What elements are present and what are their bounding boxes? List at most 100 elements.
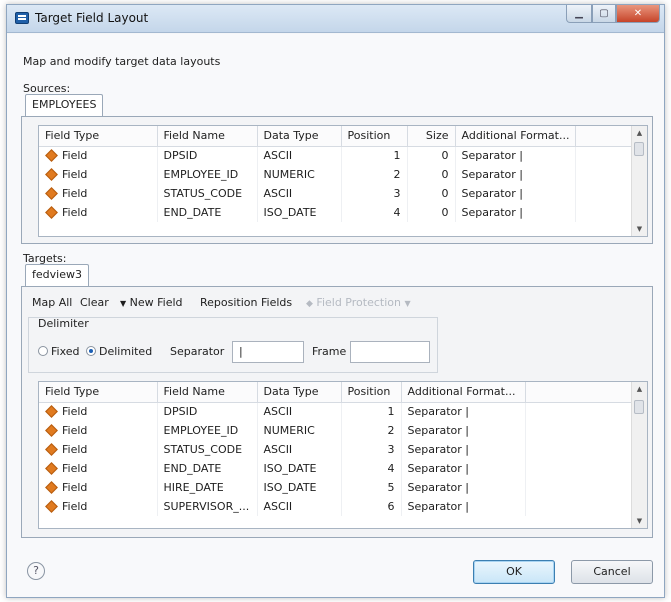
scroll-down-icon[interactable]: ▼ — [632, 514, 647, 528]
help-button[interactable]: ? — [27, 562, 45, 580]
targets-table[interactable]: Field Type Field Name Data Type Position… — [38, 381, 648, 529]
table-row[interactable]: Field SUPERVISOR_... ASCII 6 Separator | — [39, 497, 636, 516]
additional-format-cell: Separator | — [455, 165, 577, 184]
scroll-down-icon[interactable]: ▼ — [632, 222, 647, 236]
table-row[interactable]: Field EMPLOYEE_ID NUMERIC 2 Separator | — [39, 421, 636, 440]
table-row[interactable]: Field HIRE_DATE ISO_DATE 5 Separator | — [39, 478, 636, 497]
targets-panel: Map All Clear ▼ New Field Reposition Fie… — [21, 286, 653, 538]
scroll-thumb[interactable] — [634, 400, 644, 414]
col-field-name[interactable]: Field Name — [157, 126, 258, 147]
shield-icon: ◆ — [306, 299, 313, 309]
fixed-radio[interactable]: Fixed — [38, 345, 80, 358]
table-row[interactable]: Field DPSID ASCII 1 0 Separator | — [39, 146, 633, 165]
field-name-cell: DPSID — [157, 402, 258, 421]
field-name-cell: EMPLOYEE_ID — [157, 421, 258, 440]
field-type-cell: Field — [39, 421, 158, 440]
clear-button[interactable]: Clear — [80, 296, 109, 309]
field-type-cell: Field — [39, 402, 158, 421]
scroll-up-icon[interactable]: ▲ — [632, 382, 647, 396]
separator-input[interactable]: | — [232, 341, 304, 363]
map-all-button[interactable]: Map All — [32, 296, 72, 309]
field-name-cell: STATUS_CODE — [157, 184, 258, 203]
table-row[interactable]: Field END_DATE ISO_DATE 4 0 Separator | — [39, 203, 633, 222]
col-field-type[interactable]: Field Type — [39, 126, 158, 147]
window-title: Target Field Layout — [35, 11, 149, 25]
sources-panel: Field Type Field Name Data Type Position… — [21, 116, 653, 244]
window-controls: ▁ ▢ ✕ — [566, 5, 660, 25]
table-row[interactable]: Field STATUS_CODE ASCII 3 Separator | — [39, 440, 636, 459]
position-cell: 2 — [341, 165, 408, 184]
additional-format-cell: Separator | — [401, 478, 526, 497]
field-icon — [45, 187, 58, 200]
data-type-cell: ISO_DATE — [257, 478, 342, 497]
data-type-cell: ASCII — [257, 146, 342, 165]
position-cell: 5 — [341, 478, 402, 497]
position-cell: 3 — [341, 440, 402, 459]
tab-fedview3[interactable]: fedview3 — [25, 264, 89, 286]
position-cell: 4 — [341, 459, 402, 478]
close-button[interactable]: ✕ — [616, 5, 660, 23]
position-cell: 1 — [341, 146, 408, 165]
field-type-cell: Field — [39, 165, 158, 184]
field-icon — [45, 424, 58, 437]
col-position[interactable]: Position — [341, 382, 402, 403]
table-row[interactable]: Field END_DATE ISO_DATE 4 Separator | — [39, 459, 636, 478]
additional-format-cell: Separator | — [401, 440, 526, 459]
col-data-type[interactable]: Data Type — [257, 126, 342, 147]
col-data-type[interactable]: Data Type — [257, 382, 342, 403]
position-cell: 4 — [341, 203, 408, 222]
field-protection-button[interactable]: ◆ Field Protection ▼ — [306, 296, 411, 309]
scroll-thumb[interactable] — [634, 142, 644, 156]
col-additional-format[interactable]: Additional Format... — [401, 382, 526, 403]
sources-scrollbar[interactable]: ▲ ▼ — [631, 126, 647, 236]
field-name-cell: END_DATE — [157, 459, 258, 478]
target-field-layout-dialog: Target Field Layout ▁ ▢ ✕ Map and modify… — [6, 4, 665, 598]
size-cell: 0 — [407, 165, 456, 184]
table-row[interactable]: Field STATUS_CODE ASCII 3 0 Separator | — [39, 184, 633, 203]
tab-employees[interactable]: EMPLOYEES — [25, 94, 104, 116]
reposition-fields-button[interactable]: Reposition Fields — [200, 296, 292, 309]
additional-format-cell: Separator | — [401, 497, 526, 516]
dropdown-arrow-icon: ▼ — [120, 299, 127, 308]
field-name-cell: END_DATE — [157, 203, 258, 222]
cancel-button[interactable]: Cancel — [571, 560, 653, 584]
additional-format-cell: Separator | — [401, 459, 526, 478]
col-field-name[interactable]: Field Name — [157, 382, 258, 403]
delimited-radio[interactable]: Delimited — [86, 345, 152, 358]
radio-icon — [38, 346, 48, 356]
table-row[interactable]: Field EMPLOYEE_ID NUMERIC 2 0 Separator … — [39, 165, 633, 184]
ok-button[interactable]: OK — [473, 560, 555, 584]
app-icon — [15, 12, 29, 24]
field-name-cell: STATUS_CODE — [157, 440, 258, 459]
field-icon — [45, 443, 58, 456]
separator-label: Separator — [170, 345, 225, 358]
position-cell: 1 — [341, 402, 402, 421]
table-row[interactable]: Field DPSID ASCII 1 Separator | — [39, 402, 636, 421]
size-cell: 0 — [407, 146, 456, 165]
field-name-cell: EMPLOYEE_ID — [157, 165, 258, 184]
dialog-subtitle: Map and modify target data layouts — [23, 55, 221, 68]
data-type-cell: NUMERIC — [257, 421, 342, 440]
maximize-button[interactable]: ▢ — [592, 5, 616, 23]
additional-format-cell: Separator | — [401, 421, 526, 440]
field-name-cell: HIRE_DATE — [157, 478, 258, 497]
data-type-cell: ASCII — [257, 184, 342, 203]
col-additional-format[interactable]: Additional Format... — [455, 126, 577, 147]
col-position[interactable]: Position — [341, 126, 408, 147]
targets-scrollbar[interactable]: ▲ ▼ — [631, 382, 647, 528]
col-field-type[interactable]: Field Type — [39, 382, 158, 403]
field-icon — [45, 168, 58, 181]
field-icon — [45, 149, 58, 163]
scroll-up-icon[interactable]: ▲ — [632, 126, 647, 140]
targets-header-row: Field Type Field Name Data Type Position… — [39, 382, 636, 403]
delimiter-label: Delimiter — [38, 317, 89, 330]
new-field-button[interactable]: ▼ New Field — [120, 296, 183, 309]
field-type-cell: Field — [39, 440, 158, 459]
frame-input[interactable] — [350, 341, 430, 363]
chevron-down-icon: ▼ — [404, 299, 411, 308]
sources-table[interactable]: Field Type Field Name Data Type Position… — [38, 125, 648, 237]
field-name-cell: DPSID — [157, 146, 258, 165]
position-cell: 3 — [341, 184, 408, 203]
col-size[interactable]: Size — [407, 126, 456, 147]
minimize-button[interactable]: ▁ — [566, 5, 592, 23]
